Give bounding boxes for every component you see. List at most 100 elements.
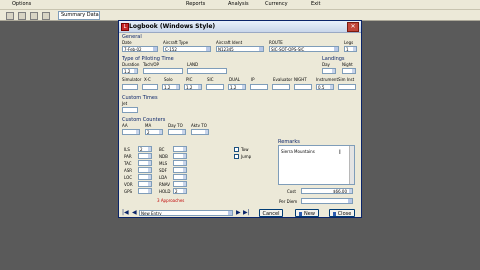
approach-label: LOC [124,175,133,180]
next-record-button[interactable]: ▶ [236,209,241,216]
approach-count-field[interactable] [173,153,187,159]
approach-count-field[interactable] [173,174,187,180]
toolbar-icon[interactable] [18,12,26,20]
last-record-button[interactable]: ▶| [243,209,250,216]
date-field[interactable]: 7-Feb-02 [122,46,158,52]
menu-currency[interactable]: Currency [265,1,288,7]
tow-label: Tow [241,147,249,152]
night-landings-label: Night [342,62,353,67]
app-menubar: Options Reports Analysis Currency Exit [0,0,480,10]
aktv-to-label: Aktv TO [191,123,207,128]
approach-count-field[interactable] [138,174,152,180]
approach-label: MLS [159,161,168,166]
approach-count-field[interactable] [138,153,152,159]
jump-checkbox[interactable] [234,154,239,159]
date-label: Date [122,40,132,45]
approach-count-field[interactable] [173,167,187,173]
toolbar-icon[interactable] [6,12,14,20]
sim-inst-label: Sim Inst [338,77,355,82]
tow-checkbox[interactable] [234,147,239,152]
approach-count-field[interactable]: 2 [138,146,152,152]
custom-times-title: Custom Times [122,95,158,101]
sic-field[interactable] [206,84,224,90]
approach-label: PAR [124,154,132,159]
evaluator-field[interactable] [272,84,290,90]
cancel-button[interactable]: Cancel [259,209,283,217]
aircraft-type-field[interactable]: C-152 [163,46,211,52]
cost-field[interactable]: $66.00 [301,188,353,194]
sim-inst-field[interactable] [338,84,356,90]
dual-field[interactable]: 1.2 [228,84,246,90]
approach-label: BC [159,147,165,152]
approach-count-field[interactable] [138,181,152,187]
prev-record-button[interactable]: ◀ [132,209,137,216]
aktv-to-field[interactable] [191,129,209,135]
night-landings-field[interactable] [342,68,356,74]
ip-label: IP [251,77,255,82]
close-window-button[interactable]: ✕ [347,22,359,32]
approach-label: LDA [159,175,167,180]
new-button[interactable]: New [295,209,319,217]
approach-count-field[interactable] [138,167,152,173]
approach-count-field[interactable] [173,160,187,166]
logbook-dialog: L Logbook (Windows Style) ✕ General Date… [118,20,362,218]
menu-exit[interactable]: Exit [311,1,320,7]
toolbar-icon[interactable] [42,12,50,20]
route-field[interactable]: SJC-SQT-OPS-SJC [269,46,339,52]
land-field[interactable] [187,68,227,74]
approach-label: RNAV [159,182,170,187]
approach-count-field[interactable] [173,181,187,187]
aircraft-type-label: Aircraft Type [163,40,189,45]
ip-field[interactable] [250,84,268,90]
close-icon [332,211,336,216]
approach-label: ASR [124,168,133,173]
approach-count-field[interactable]: 2 [173,188,187,194]
solo-field[interactable]: 1.2 [162,84,180,90]
dialog-titlebar: L Logbook (Windows Style) ✕ [119,21,361,33]
approach-label: GPS [124,189,133,194]
remarks-scrollbar[interactable] [349,146,354,184]
approach-count-field[interactable] [138,188,152,194]
custom-counters-title: Custom Counters [122,117,166,123]
pic-field[interactable]: 1.2 [184,84,202,90]
tach-op-field[interactable] [143,68,183,74]
xc-field[interactable] [142,84,158,90]
text-cursor-icon: I [339,149,341,156]
menu-options[interactable]: Options [12,1,31,7]
approach-count-field[interactable] [173,146,187,152]
jet-label: Jet [122,101,128,106]
jump-label: Jump [241,154,252,159]
approach-label: HOLD [159,189,171,194]
entry-selector[interactable]: New Entry [139,210,233,216]
ma-field[interactable]: 2 [145,129,163,135]
per-diem-field[interactable] [301,198,353,204]
close-button[interactable]: Close [329,209,355,217]
approach-count-field[interactable] [138,160,152,166]
duration-label: Duration [122,62,140,67]
toolbar-icon[interactable] [30,12,38,20]
legs-field[interactable]: 1 [344,46,357,52]
jet-field[interactable] [122,107,138,113]
day-landings-field[interactable] [322,68,336,74]
aircraft-ident-field[interactable]: N12345 [216,46,264,52]
summary-data-combo[interactable]: Summary Data [58,11,100,20]
remarks-textarea[interactable]: Sierra Mountains I [278,145,355,185]
evaluator-label: Evaluator [273,77,293,82]
approach-label: NDB [159,154,168,159]
new-button-label: New [304,211,315,217]
duration-field[interactable]: 1.2 [122,68,138,74]
night-field[interactable] [294,84,312,90]
aa-label: AA [122,123,128,128]
ma-label: MA [145,123,152,128]
per-diem-label: Per Diem [279,199,298,204]
menu-reports[interactable]: Reports [186,1,205,7]
simulator-field[interactable] [122,84,138,90]
new-icon [299,211,303,216]
dual-label: DUAL [229,77,240,82]
approach-label: TAC [124,161,132,166]
aa-field[interactable] [122,129,140,135]
instrument-field[interactable]: 0.5 [316,84,334,90]
menu-analysis[interactable]: Analysis [228,1,249,7]
first-record-button[interactable]: |◀ [122,209,129,216]
day-to-field[interactable] [168,129,186,135]
